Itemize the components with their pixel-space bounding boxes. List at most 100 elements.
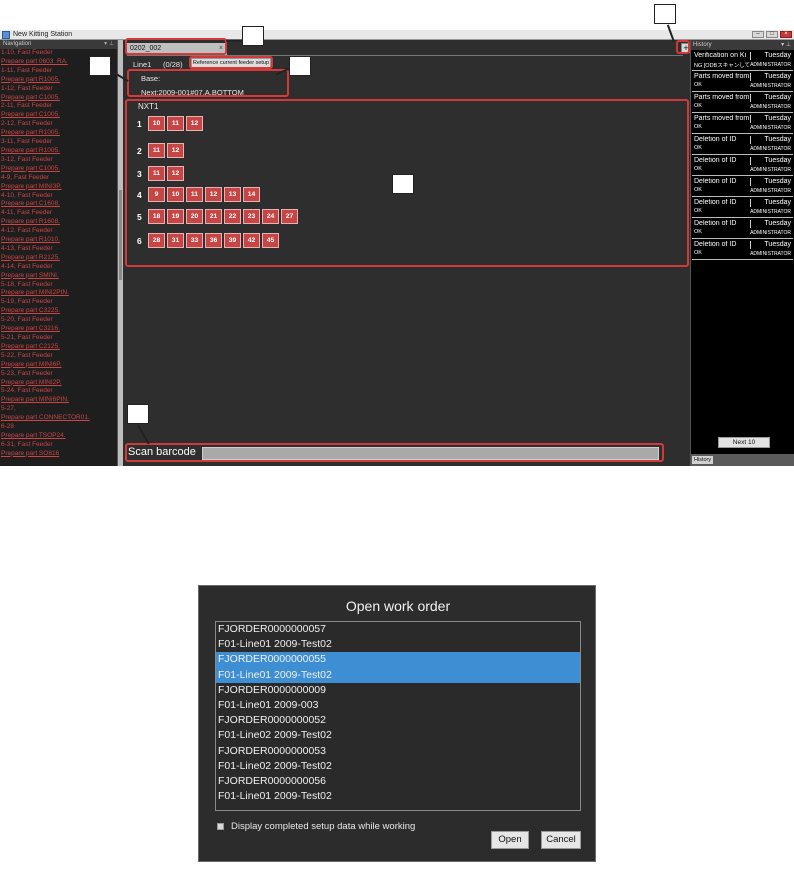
history-title: History [693,42,712,48]
history-action: Deletion of ID [694,199,737,206]
history-day: Tuesday [764,115,791,122]
work-order-name[interactable]: F01-Line01 2009-003 [216,698,580,713]
nav-item[interactable]: 5-18, Fast Feeder Prepare part MINI2PIN. [0,281,117,299]
history-user: ADMINISTRATOR [750,104,791,110]
nav-item-link[interactable]: Prepare part C2125. [1,343,117,352]
nav-item-title: 5-23, Fast Feeder [1,369,53,377]
nav-item-link[interactable]: Prepare part MINI2PIN. [1,289,117,298]
work-order-name[interactable]: F01-Line01 2009-Test02 [216,637,580,652]
history-action: Deletion of ID [694,136,737,143]
nav-item-link[interactable]: Prepare part R1010. [1,236,117,245]
work-order-name[interactable]: F01-Line01 2009-Test02 [216,667,580,683]
pin-icon[interactable]: ▾ ⊥ [104,40,114,49]
history-pin-icon[interactable]: ▾ ⊥ [781,40,791,50]
next-10-button[interactable]: Next 10 [718,437,770,448]
work-order-name[interactable]: F01-Line02 2009-Test02 [216,728,580,743]
nav-item[interactable]: 4-11, Fast Feeder Prepare part R1608. [0,209,117,227]
nav-item[interactable]: 5-21, Fast Feeder Prepare part C2125. [0,334,117,352]
nav-item-title: 4-13, Fast Feeder [1,244,53,252]
history-status: OK [694,166,702,172]
history-user: ADMINISTRATOR [750,230,791,236]
nav-item-link[interactable]: Prepare part R2125. [1,254,117,263]
scrollbar-thumb[interactable] [119,190,122,280]
display-completed-checkbox[interactable] [217,823,224,830]
nav-item-link[interactable]: Prepare part R1005. [1,129,117,138]
nav-item[interactable]: 4-12, Fast Feeder Prepare part R1010. [0,227,117,245]
nav-item-link[interactable]: Prepare part MINI6P. [1,361,117,370]
tab-history[interactable]: History [692,456,714,464]
nav-item-title: 4-11, Fast Feeder [1,209,53,217]
nav-item[interactable]: 2-12, Fast Feeder Prepare part R1005. [0,120,117,138]
nav-item-link[interactable]: Prepare part C1005. [1,111,117,120]
nav-item[interactable]: 4-10, Fast Feeder Prepare part C1608. [0,192,117,210]
work-order-name[interactable]: F01-Line01 2009-Test02 [216,789,580,804]
nav-item-link[interactable]: Prepare part SMINI. [1,272,117,281]
work-order-list[interactable]: FJORDER0000000057 F01-Line01 2009-Test02 F… [215,621,581,811]
nav-item[interactable]: 3-11, Fast Feeder Prepare part R1005. [0,138,117,156]
nav-item-link[interactable]: Prepare part C3216. [1,325,117,334]
work-order-id[interactable]: FJORDER0000000009 [216,683,580,698]
nav-item[interactable]: 4-14, Fast Feeder Prepare part SMINI. [0,263,117,281]
history-item[interactable]: Deletion of ID Tuesday OK ADMINISTRATOR [692,134,793,155]
nav-item[interactable]: 5-22, Fast Feeder Prepare part MINI6P. [0,352,117,370]
nav-item[interactable]: 6-28 Prepare part TSOP24. [0,423,117,441]
history-separator [750,157,751,165]
callout-tab-box [125,38,227,55]
work-order-id[interactable]: FJORDER0000000052 [216,713,580,728]
nav-item[interactable]: 5-23, Fast Feeder Prepare part MINI2P. [0,370,117,388]
nav-item-link[interactable]: Prepare part R1005. [1,147,117,156]
nav-item-link[interactable]: Prepare part R1005. [1,76,117,85]
history-item[interactable]: Deletion of ID Tuesday OK ADMINISTRATOR [692,239,793,260]
nav-item-link[interactable]: Prepare part MINI2P. [1,379,117,388]
work-order-id[interactable]: FJORDER0000000056 [216,774,580,789]
history-item[interactable]: Deletion of ID Tuesday OK ADMINISTRATOR [692,155,793,176]
nav-item-link[interactable]: Prepare part CONNECTOR01. [1,414,117,423]
nav-item-link[interactable]: Prepare part C1005. [1,165,117,174]
minimize-button[interactable]: – [752,31,764,38]
nav-item[interactable]: 4-9, Fast Feeder Prepare part MINI3P. [0,174,117,192]
nav-item-link[interactable]: Prepare part TSOP24. [1,432,117,441]
history-item[interactable]: Parts moved from Tuesday OK ADMINISTRATOR [692,71,793,92]
close-window-button[interactable]: × [780,31,792,38]
nav-item-title: 4-10, Fast Feeder [1,191,53,199]
nav-item[interactable]: 3-12, Fast Feeder Prepare part C1005. [0,156,117,174]
work-order-name[interactable]: F01-Line02 2009-Test02 [216,759,580,774]
nav-item-title: 4-14, Fast Feeder [1,262,53,270]
app-icon [2,31,10,39]
nav-item[interactable]: 1-12, Fast Feeder Prepare part C1005. [0,85,117,103]
history-item[interactable]: Verification on Ki Tuesday NG [ODBスキャンして下さ… [692,50,793,71]
title-bar: New Kitting Station – □ × [0,30,794,40]
history-item[interactable]: Parts moved from Tuesday OK ADMINISTRATOR [692,92,793,113]
work-order-id[interactable]: FJORDER0000000057 [216,622,580,637]
nav-item[interactable]: 5-20, Fast Feeder Prepare part C3216. [0,316,117,334]
callout-marker-3 [289,56,311,76]
history-item[interactable]: Deletion of ID Tuesday OK ADMINISTRATOR [692,218,793,239]
work-order-id[interactable]: FJORDER0000000055 [216,652,580,668]
maximize-button[interactable]: □ [766,31,778,38]
nav-item[interactable]: 4-13, Fast Feeder Prepare part R2125. [0,245,117,263]
history-action: Deletion of ID [694,220,737,227]
nav-item-link[interactable]: Prepare part C1005. [1,94,117,103]
history-item[interactable]: Deletion of ID Tuesday OK ADMINISTRATOR [692,176,793,197]
nav-item-link[interactable]: Prepare part MINI3P. [1,183,117,192]
nav-item[interactable]: 5-24, Fast Feeder Prepare part MINI6PIN. [0,387,117,405]
history-list: Verification on Ki Tuesday NG [ODBスキャンして下さ… [691,50,794,260]
history-day: Tuesday [764,241,791,248]
nav-item-title: 5-24, Fast Feeder [1,387,53,395]
history-status: OK [694,208,702,214]
nav-item[interactable]: 6-31, Fast Feeder Prepare part SO816 [0,441,117,459]
nav-item[interactable]: 5-27, Prepare part CONNECTOR01. [0,405,117,423]
history-item[interactable]: Deletion of ID Tuesday OK ADMINISTRATOR [692,197,793,218]
nav-item-link[interactable]: Prepare part C1608. [1,200,117,209]
nav-item-link[interactable]: Prepare part SO816 [1,450,117,459]
nav-item-link[interactable]: Prepare part C3225. [1,307,117,316]
open-button[interactable]: Open [491,831,529,849]
nav-item[interactable]: 2-11, Fast Feeder Prepare part C1005. [0,102,117,120]
history-item[interactable]: Parts moved from Tuesday OK ADMINISTRATOR [692,113,793,134]
nav-item[interactable]: 5-19, Fast Feeder Prepare part C3225. [0,298,117,316]
work-order-id[interactable]: FJORDER0000000053 [216,744,580,759]
history-status: OK [694,124,702,130]
nav-item-link[interactable]: Prepare part R1608. [1,218,117,227]
cancel-button[interactable]: Cancel [541,831,581,849]
nav-item-link[interactable]: Prepare part MINI6PIN. [1,396,117,405]
